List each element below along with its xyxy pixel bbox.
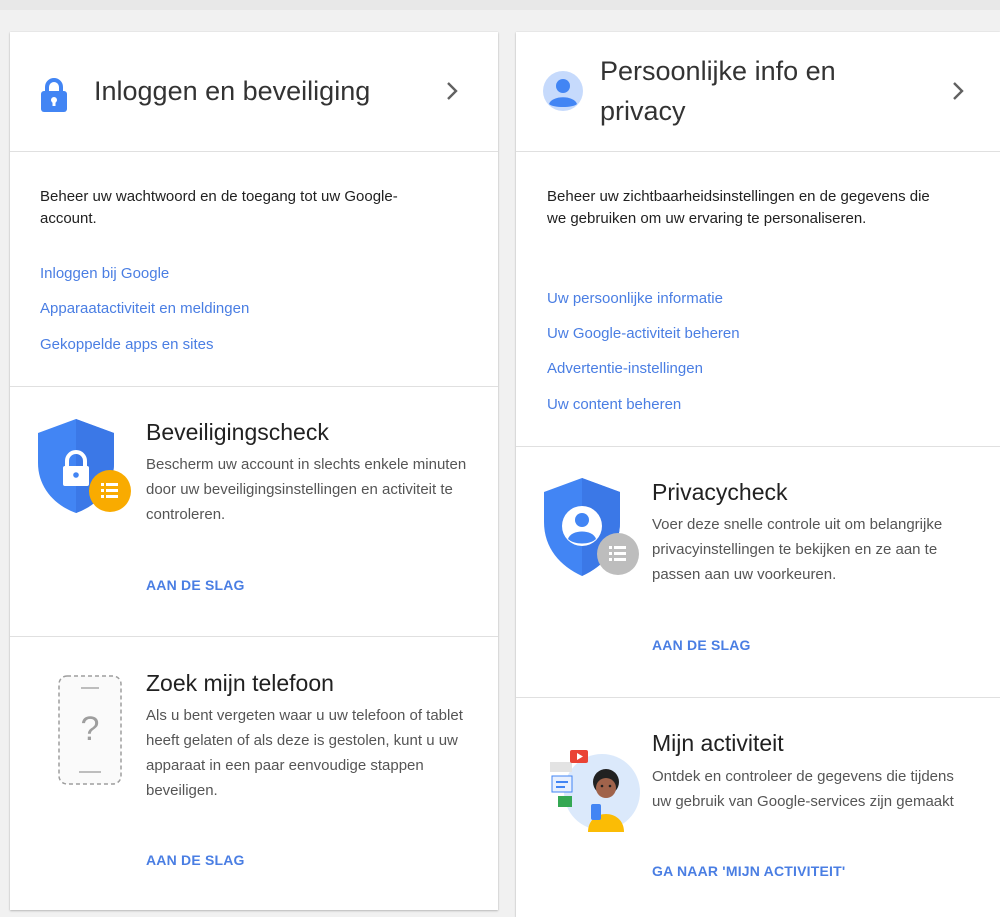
chevron-right-icon[interactable]	[946, 79, 970, 103]
security-check-start-button[interactable]: AAN DE SLAG	[146, 577, 245, 593]
personal-info-description: Beheer uw zichtbaarheidsinstellingen en …	[547, 188, 930, 227]
link-manage-google-activity[interactable]: Uw Google-activiteit beheren	[547, 325, 740, 342]
divider	[516, 697, 1000, 698]
privacy-check-body: Voer deze snelle controle uit om belangr…	[652, 516, 943, 583]
personal-info-privacy-card: Persoonlijke info en privacy Beheer uw z…	[516, 32, 1000, 917]
svg-text:?: ?	[81, 710, 100, 748]
top-strip	[0, 0, 1000, 10]
divider	[10, 636, 498, 637]
link-personal-information[interactable]: Uw persoonlijke informatie	[547, 290, 723, 307]
privacy-check-start-button[interactable]: AAN DE SLAG	[652, 637, 751, 653]
link-ad-settings[interactable]: Advertentie-instellingen	[547, 360, 703, 377]
signin-security-title: Inloggen en beveiliging	[94, 76, 371, 106]
security-check-title: Beveiligingscheck	[146, 419, 329, 445]
divider	[10, 151, 498, 152]
my-activity-title: Mijn activiteit	[652, 730, 784, 756]
person-icon	[543, 71, 583, 111]
find-phone-body: Als u bent vergeten waar u uw telefoon o…	[146, 707, 463, 799]
link-connected-apps[interactable]: Gekoppelde apps en sites	[40, 336, 213, 353]
link-device-activity[interactable]: Apparaatactiviteit en meldingen	[40, 300, 249, 317]
lock-icon	[41, 78, 67, 112]
personal-info-header[interactable]: Persoonlijke info en privacy	[516, 32, 1000, 151]
chevron-right-icon[interactable]	[440, 79, 464, 103]
security-check-body: Bescherm uw account in slechts enkele mi…	[146, 456, 467, 523]
divider	[516, 151, 1000, 152]
personal-info-title: Persoonlijke info en privacy	[600, 56, 836, 126]
divider	[10, 386, 498, 387]
signin-security-description: Beheer uw wachtwoord en de toegang tot u…	[40, 188, 398, 227]
my-activity-illustration	[550, 750, 640, 832]
phone-question-icon: ?	[58, 675, 122, 785]
find-phone-title: Zoek mijn telefoon	[146, 670, 334, 696]
link-manage-content[interactable]: Uw content beheren	[547, 396, 681, 413]
my-activity-body: Ontdek en controleer de gegevens die tij…	[652, 768, 954, 810]
privacy-check-title: Privacycheck	[652, 479, 788, 505]
privacy-check-shield-icon	[544, 478, 639, 576]
my-activity-link-button[interactable]: GA NAAR 'MIJN ACTIVITEIT'	[652, 863, 845, 879]
divider	[516, 446, 1000, 447]
signin-security-header[interactable]: Inloggen en beveiliging	[10, 32, 498, 151]
signin-security-card: Inloggen en beveiliging Beheer uw wachtw…	[10, 32, 498, 910]
link-signin-google[interactable]: Inloggen bij Google	[40, 265, 169, 282]
find-phone-start-button[interactable]: AAN DE SLAG	[146, 852, 245, 868]
security-check-shield-icon	[38, 419, 131, 513]
